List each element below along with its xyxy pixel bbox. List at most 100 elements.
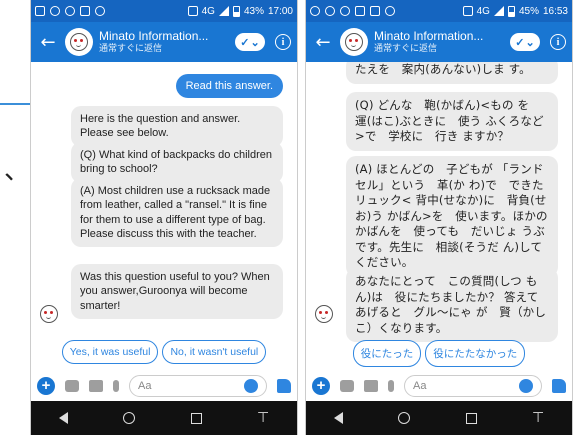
plus-icon[interactable]: + (312, 377, 330, 395)
message-input-placeholder: Aa (138, 380, 152, 392)
chat-area[interactable]: たえを 案内(あんない)しま す。 (Q) どんな 鞄(かばん)<もの を 運(… (306, 62, 572, 357)
thumbs-up-icon[interactable] (277, 379, 291, 393)
chat-area[interactable]: Read this answer. Here is the question a… (31, 62, 297, 357)
notification-icon (50, 6, 60, 16)
bot-small-avatar (37, 302, 61, 326)
chevron-down-icon: ⌄ (525, 36, 535, 49)
back-arrow-icon[interactable]: ← (37, 32, 59, 53)
chat-title: Minato Information... (99, 30, 209, 44)
nav-recent-icon[interactable] (465, 412, 477, 424)
status-bar: 4G 43% 17:00 (31, 0, 297, 22)
chat-title-block[interactable]: Minato Information... 通常すぐに返信 (374, 30, 504, 53)
notification-icon (355, 6, 365, 16)
annotation-mark: 、 (4, 156, 31, 186)
cat-face-icon (315, 305, 333, 323)
quick-reply-no-button[interactable]: 役にたたなかった (425, 340, 526, 367)
info-icon[interactable]: i (275, 34, 291, 50)
screenshot-stage: 、 4G 43% 17:00 ← Minato Information... 通… (0, 0, 573, 435)
quick-replies: Yes, it was useful No, it wasn't useful (31, 340, 297, 364)
cat-face-icon (345, 33, 363, 51)
messenger-icon (310, 6, 320, 16)
incoming-message: あなたにとって この質問(しつ もん)は 役にたちましたか？ 答えて あげると … (346, 268, 558, 343)
quick-reply-yes-button[interactable]: 役にたった (352, 340, 422, 367)
back-arrow-icon[interactable]: ← (312, 32, 334, 53)
quick-replies: 役にたった 役にたたなかった (306, 340, 572, 367)
chat-header: ← Minato Information... 通常すぐに返信 ✓ ⌄ i (31, 22, 297, 62)
signal-icon (493, 6, 504, 16)
notification-icon (35, 6, 45, 16)
chevron-down-icon: ⌄ (250, 36, 260, 49)
info-icon[interactable]: i (550, 34, 566, 50)
cat-face-icon (40, 305, 58, 323)
emoji-icon[interactable] (244, 379, 258, 393)
battery-percent: 43% (243, 5, 264, 17)
vibrate-icon (187, 6, 198, 16)
signal-icon (218, 6, 229, 16)
android-nav-bar: ⊤ (306, 401, 572, 435)
incoming-message: Was this question useful to you? When yo… (71, 264, 283, 319)
composer-bar: + Aa (31, 371, 297, 401)
nav-home-icon[interactable] (398, 412, 411, 424)
notification-icon (385, 6, 395, 16)
network-type: 4G (476, 5, 490, 17)
chat-subtitle: 通常すぐに返信 (99, 42, 163, 53)
incoming-message: (Q) What kind of backpacks do children b… (71, 142, 283, 183)
chat-title-block[interactable]: Minato Information... 通常すぐに返信 (99, 30, 229, 53)
check-toggle-button[interactable]: ✓ ⌄ (510, 33, 540, 51)
image-icon[interactable] (89, 380, 103, 392)
quick-reply-no-button[interactable]: No, it wasn't useful (162, 340, 267, 364)
seen-indicator (284, 317, 294, 327)
clock: 16:53 (542, 5, 568, 17)
nav-menu-icon[interactable]: ⊤ (257, 410, 269, 426)
check-icon: ✓ (240, 36, 250, 49)
cat-face-icon (70, 33, 88, 51)
message-input-placeholder: Aa (413, 380, 427, 392)
messenger-icon (65, 6, 75, 16)
battery-icon (232, 5, 240, 17)
bot-small-avatar (312, 302, 336, 326)
thumbs-up-icon[interactable] (552, 379, 566, 393)
message-input[interactable]: Aa (404, 375, 542, 397)
composer-bar: + Aa (306, 371, 572, 401)
android-nav-bar: ⊤ (31, 401, 297, 435)
incoming-message: (Q) どんな 鞄(かばん)<もの を 運(はこ)ぶときに 使う ふくろなど>で… (346, 92, 558, 151)
incoming-message: たえを 案内(あんない)しま す。 (346, 62, 558, 84)
nav-recent-icon[interactable] (190, 412, 202, 424)
bot-avatar[interactable] (65, 28, 93, 56)
phone-english: 4G 43% 17:00 ← Minato Information... 通常す… (30, 0, 298, 435)
chat-title: Minato Information... (374, 30, 484, 44)
microphone-icon[interactable] (113, 380, 119, 392)
chat-subtitle: 通常すぐに返信 (374, 42, 438, 53)
message-input[interactable]: Aa (129, 375, 267, 397)
incoming-message: (A) ほとんどの 子どもが 「ランドセル」という 革(か わ)で できた リュ… (346, 156, 558, 277)
network-type: 4G (201, 5, 215, 17)
nav-back-icon[interactable] (58, 412, 68, 424)
check-toggle-button[interactable]: ✓ ⌄ (235, 33, 265, 51)
chat-header: ← Minato Information... 通常すぐに返信 ✓ ⌄ i (306, 22, 572, 62)
notification-icon (340, 6, 350, 16)
vibrate-icon (462, 6, 473, 16)
clock: 17:00 (267, 5, 293, 17)
status-bar: 4G 45% 16:53 (306, 0, 572, 22)
incoming-message: Here is the question and answer. Please … (71, 106, 283, 147)
nav-home-icon[interactable] (123, 412, 136, 424)
incoming-message: (A) Most children use a rucksack made fr… (71, 178, 283, 248)
battery-icon (507, 5, 515, 17)
camera-icon[interactable] (340, 380, 354, 392)
battery-percent: 45% (518, 5, 539, 17)
plus-icon[interactable]: + (37, 377, 55, 395)
camera-icon[interactable] (65, 380, 79, 392)
outgoing-message: Read this answer. (175, 74, 283, 98)
quick-reply-yes-button[interactable]: Yes, it was useful (61, 340, 159, 364)
person-icon (370, 6, 380, 16)
notification-icon (95, 6, 105, 16)
phone-japanese: 4G 45% 16:53 ← Minato Information... 通常す… (305, 0, 573, 435)
emoji-icon[interactable] (519, 379, 533, 393)
bot-avatar[interactable] (340, 28, 368, 56)
image-icon[interactable] (364, 380, 378, 392)
person-icon (80, 6, 90, 16)
seen-indicator (559, 317, 569, 327)
nav-menu-icon[interactable]: ⊤ (532, 410, 544, 426)
microphone-icon[interactable] (388, 380, 394, 392)
nav-back-icon[interactable] (333, 412, 343, 424)
